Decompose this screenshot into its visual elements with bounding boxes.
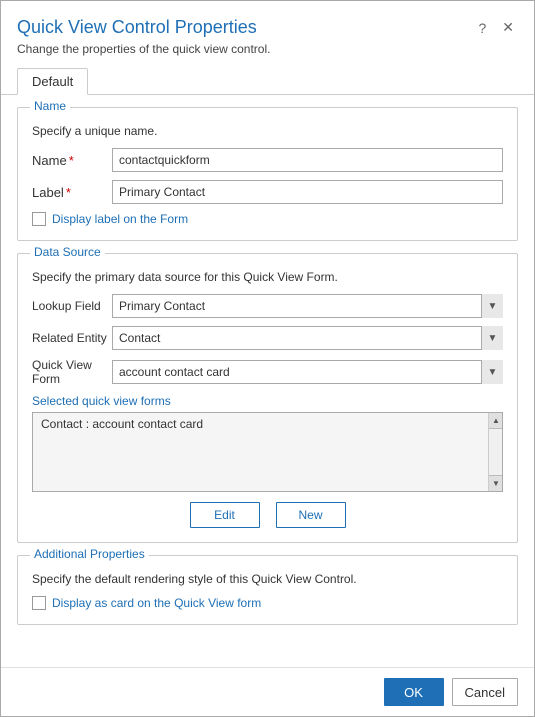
display-as-card-label: Display as card on the Quick View form [52,596,261,610]
dialog-header: Quick View Control Properties ? ✕ Change… [1,1,534,60]
related-entity-row: Related Entity Contact ▼ [32,326,503,350]
label-row: Label* [32,180,503,204]
scroll-up-icon[interactable]: ▲ [489,413,503,429]
help-icon[interactable]: ? [474,18,490,38]
selected-forms-item: Contact : account contact card [33,413,502,435]
data-source-legend: Data Source [30,245,105,259]
new-button[interactable]: New [276,502,346,528]
selected-forms-box: Contact : account contact card ▲ ▼ [32,412,503,492]
edit-button[interactable]: Edit [190,502,260,528]
name-section-desc: Specify a unique name. [32,124,503,138]
dialog-footer: OK Cancel [1,667,534,716]
name-section: Name Specify a unique name. Name* Label*… [17,107,518,241]
form-buttons: Edit New [32,502,503,528]
dialog-title-icons: ? ✕ [474,17,518,38]
related-entity-label: Related Entity [32,331,112,345]
cancel-button[interactable]: Cancel [452,678,518,706]
quick-view-form-label: Quick View Form [32,358,112,386]
name-input[interactable] [112,148,503,172]
ok-button[interactable]: OK [384,678,444,706]
name-row: Name* [32,148,503,172]
selected-forms-scrollbar: ▲ ▼ [488,413,502,491]
additional-section-legend: Additional Properties [30,547,149,561]
display-as-card-row: Display as card on the Quick View form [32,596,503,610]
dialog-subtitle: Change the properties of the quick view … [17,42,518,56]
quick-view-form-row: Quick View Form account contact card ▼ [32,358,503,386]
display-label-text: Display label on the Form [52,212,188,226]
selected-forms-label: Selected quick view forms [32,394,503,408]
lookup-field-label: Lookup Field [32,299,112,313]
additional-section: Additional Properties Specify the defaul… [17,555,518,625]
data-source-section: Data Source Specify the primary data sou… [17,253,518,543]
display-label-checkbox[interactable] [32,212,46,226]
additional-section-desc: Specify the default rendering style of t… [32,572,503,586]
name-required: * [69,153,74,168]
dialog-tabs: Default [1,60,534,95]
lookup-field-row: Lookup Field Primary Contact ▼ [32,294,503,318]
tab-default[interactable]: Default [17,68,88,95]
label-required: * [66,185,71,200]
dialog: Quick View Control Properties ? ✕ Change… [0,0,535,717]
name-section-legend: Name [30,99,70,113]
related-entity-select-wrapper: Contact ▼ [112,326,503,350]
name-label: Name* [32,153,112,168]
label-label: Label* [32,185,112,200]
label-input[interactable] [112,180,503,204]
close-icon[interactable]: ✕ [498,17,518,38]
dialog-title: Quick View Control Properties [17,17,257,38]
lookup-field-select[interactable]: Primary Contact [112,294,503,318]
data-source-desc: Specify the primary data source for this… [32,270,503,284]
scroll-down-icon[interactable]: ▼ [489,475,503,491]
lookup-field-select-wrapper: Primary Contact ▼ [112,294,503,318]
dialog-body: Name Specify a unique name. Name* Label*… [1,95,534,667]
quick-view-form-select[interactable]: account contact card [112,360,503,384]
related-entity-select[interactable]: Contact [112,326,503,350]
quick-view-form-select-wrapper: account contact card ▼ [112,360,503,384]
display-label-row: Display label on the Form [32,212,503,226]
display-as-card-checkbox[interactable] [32,596,46,610]
